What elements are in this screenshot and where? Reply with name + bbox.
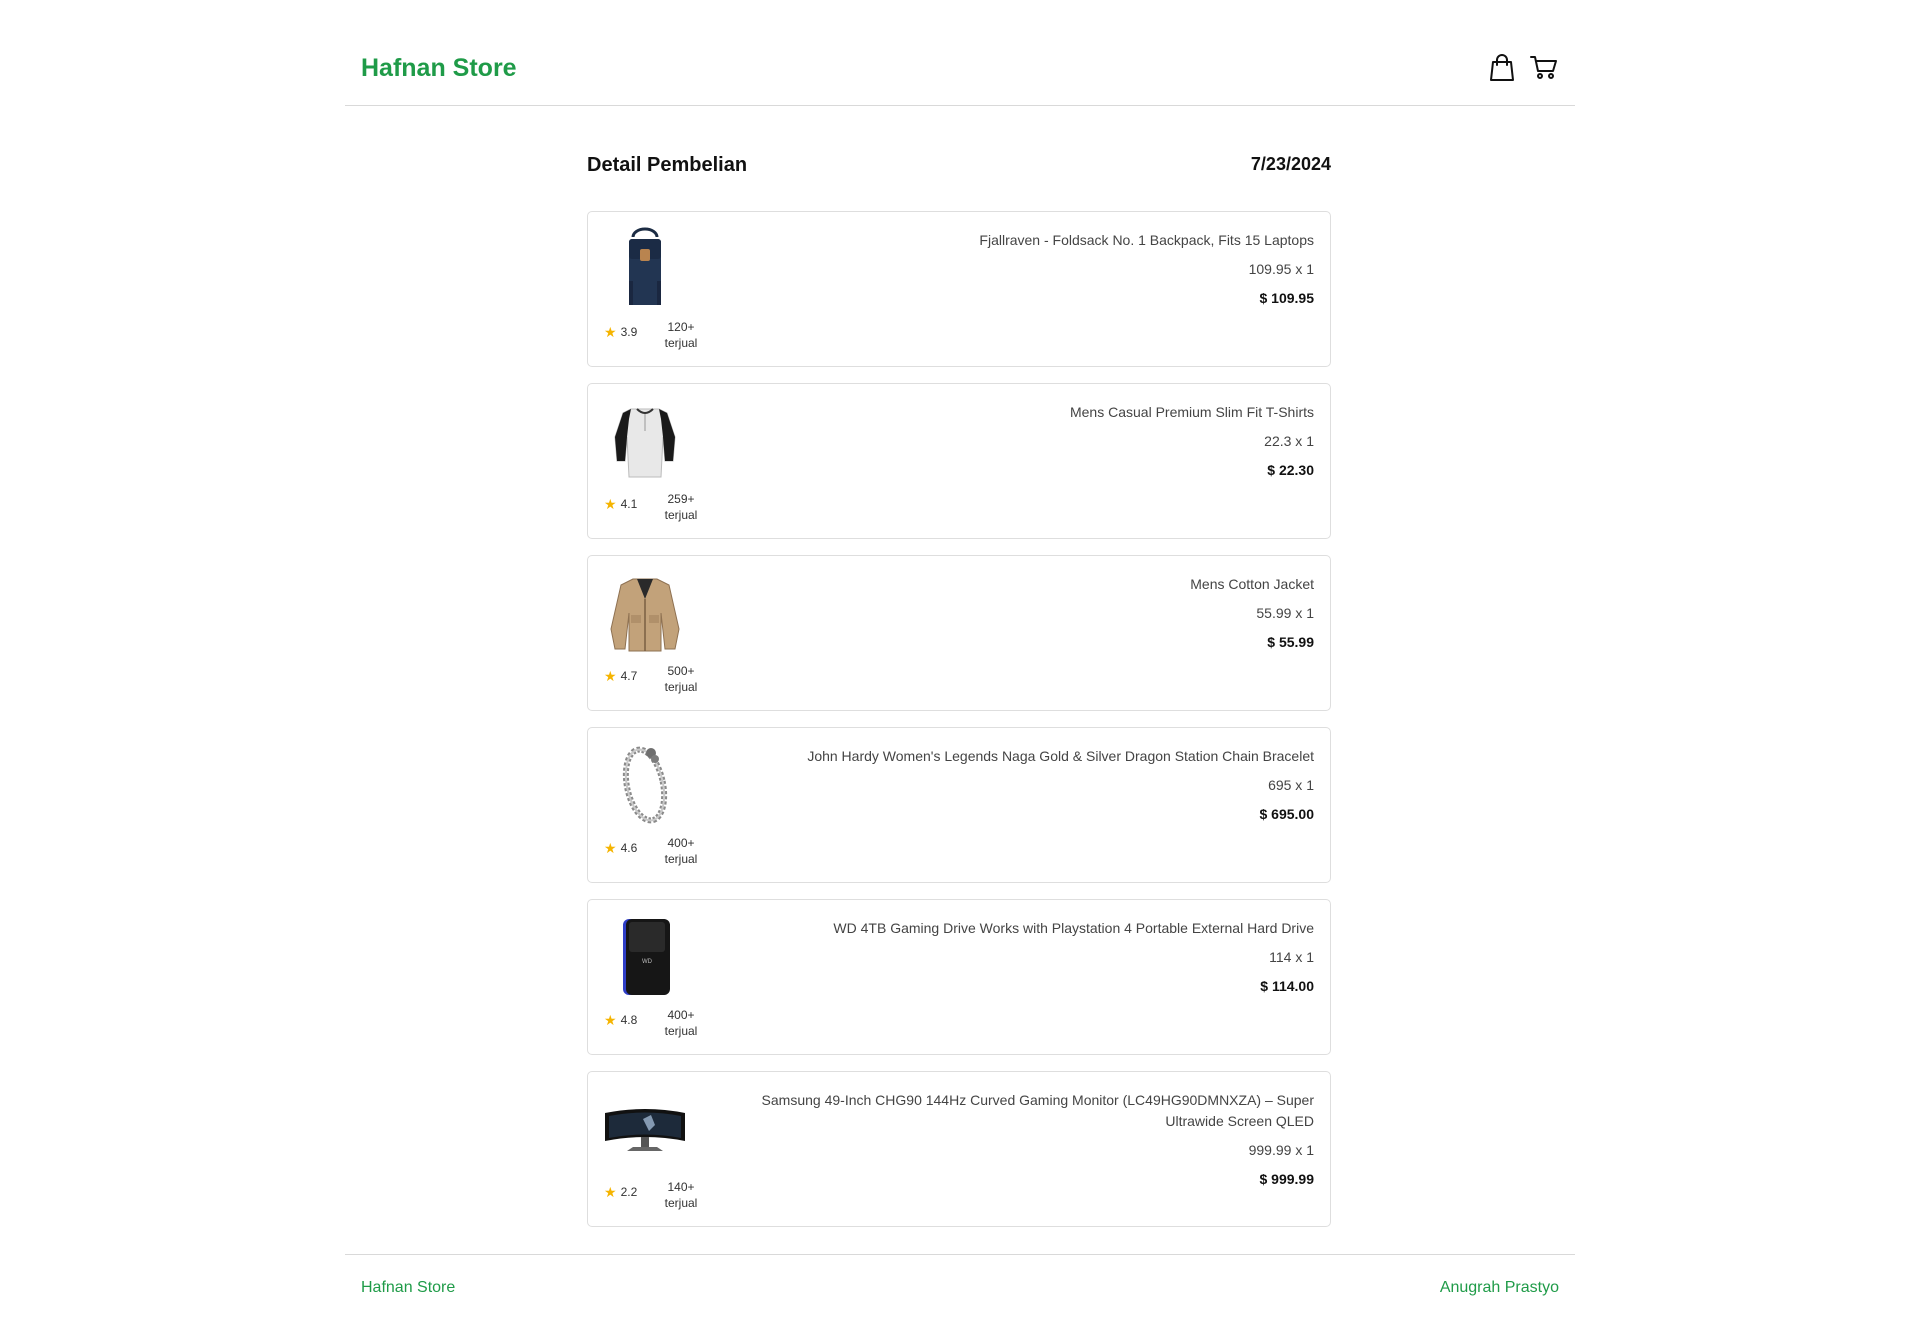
product-total: $ 109.95 bbox=[1259, 290, 1315, 306]
sold-label: terjual bbox=[664, 508, 698, 522]
product-quantity: 695 x 1 bbox=[1268, 777, 1314, 793]
product-quantity: 999.99 x 1 bbox=[1248, 1142, 1314, 1158]
item-info: Samsung 49-Inch CHG90 144Hz Curved Gamin… bbox=[724, 1090, 1314, 1190]
list-item[interactable]: ★ 2.2 140+ terjual Samsung 49-Inch CHG90… bbox=[587, 1071, 1331, 1227]
rating-value: 4.1 bbox=[620, 497, 638, 511]
site-header: Hafnan Store bbox=[345, 0, 1575, 106]
sold-number: 140+ bbox=[667, 1180, 695, 1194]
sold-count: 259+ terjual bbox=[658, 491, 704, 523]
item-info: WD 4TB Gaming Drive Works with Playstati… bbox=[724, 918, 1314, 997]
rating: ★ 2.2 bbox=[604, 1185, 637, 1199]
sold-count: 500+ terjual bbox=[658, 663, 704, 695]
rating-value: 4.8 bbox=[620, 1013, 638, 1027]
sold-label: terjual bbox=[664, 336, 698, 350]
site-footer: Hafnan Store Anugrah Prastyo bbox=[345, 1254, 1575, 1315]
list-item[interactable]: WD ★ 4.8 400+ terjual WD 4TB Gaming Driv… bbox=[587, 899, 1331, 1055]
header-actions bbox=[1487, 52, 1559, 82]
rating: ★ 4.1 bbox=[604, 497, 637, 511]
product-name: Mens Casual Premium Slim Fit T-Shirts bbox=[1069, 404, 1314, 420]
star-icon: ★ bbox=[604, 668, 617, 684]
product-image-tshirt bbox=[603, 397, 687, 481]
product-image-bracelet bbox=[603, 741, 687, 825]
product-quantity: 22.3 x 1 bbox=[1264, 433, 1314, 449]
footer-brand-link[interactable]: Hafnan Store bbox=[361, 1279, 455, 1297]
list-item[interactable]: ★ 4.7 500+ terjual Mens Cotton Jacket 55… bbox=[587, 555, 1331, 711]
product-quantity: 114 x 1 bbox=[1269, 949, 1314, 965]
cart-icon[interactable] bbox=[1529, 52, 1559, 82]
page-title: Detail Pembelian bbox=[587, 154, 748, 176]
rating: ★ 4.6 bbox=[604, 841, 637, 855]
list-item[interactable]: ★ 3.9 120+ terjual Fjallraven - Foldsack… bbox=[587, 211, 1331, 367]
list-item[interactable]: ★ 4.6 400+ terjual John Hardy Women's Le… bbox=[587, 727, 1331, 883]
product-total: $ 999.99 bbox=[1259, 1171, 1315, 1187]
list-item[interactable]: ★ 4.1 259+ terjual Mens Casual Premium S… bbox=[587, 383, 1331, 539]
rating-value: 2.2 bbox=[620, 1185, 638, 1199]
product-image-hard-drive: WD bbox=[603, 913, 687, 997]
rating-value: 4.7 bbox=[620, 669, 638, 683]
sold-number: 259+ bbox=[667, 492, 695, 506]
sold-number: 120+ bbox=[667, 320, 695, 334]
footer-author-link[interactable]: Anugrah Prastyo bbox=[1440, 1279, 1559, 1297]
sold-count: 400+ terjual bbox=[658, 835, 704, 867]
sold-number: 400+ bbox=[667, 1008, 695, 1022]
product-image-backpack bbox=[603, 225, 687, 309]
product-name: Mens Cotton Jacket bbox=[1190, 576, 1314, 592]
product-quantity: 109.95 x 1 bbox=[1248, 261, 1314, 277]
product-total: $ 695.00 bbox=[1259, 806, 1315, 822]
sold-label: terjual bbox=[664, 680, 698, 694]
product-image-monitor bbox=[603, 1085, 687, 1169]
product-image-jacket bbox=[603, 569, 687, 653]
item-list: ★ 3.9 120+ terjual Fjallraven - Foldsack… bbox=[587, 211, 1331, 1243]
product-name: Fjallraven - Foldsack No. 1 Backpack, Fi… bbox=[979, 232, 1314, 248]
rating-value: 4.6 bbox=[620, 841, 638, 855]
product-total: $ 22.30 bbox=[1267, 462, 1314, 478]
star-icon: ★ bbox=[604, 840, 617, 856]
sold-count: 400+ terjual bbox=[658, 1007, 704, 1039]
item-info: Mens Cotton Jacket 55.99 x 1 $ 55.99 bbox=[724, 574, 1314, 653]
sold-label: terjual bbox=[664, 1196, 698, 1210]
sold-count: 120+ terjual bbox=[658, 319, 704, 351]
rating: ★ 4.8 bbox=[604, 1013, 637, 1027]
item-info: Fjallraven - Foldsack No. 1 Backpack, Fi… bbox=[724, 230, 1314, 309]
sold-number: 400+ bbox=[667, 836, 695, 850]
page: Hafnan Store Detail Pembelian 7/23/2024 bbox=[345, 0, 1575, 1338]
detail-header: Detail Pembelian 7/23/2024 bbox=[587, 150, 1331, 190]
sold-label: terjual bbox=[664, 1024, 698, 1038]
product-total: $ 114.00 bbox=[1260, 978, 1314, 994]
star-icon: ★ bbox=[604, 1012, 617, 1028]
rating: ★ 3.9 bbox=[604, 325, 637, 339]
rating-value: 3.9 bbox=[620, 325, 638, 339]
sold-label: terjual bbox=[664, 852, 698, 866]
purchase-detail: Detail Pembelian 7/23/2024 ★ 3.9 120+ te… bbox=[587, 150, 1331, 1227]
product-total: $ 55.99 bbox=[1267, 634, 1314, 650]
product-name: Samsung 49-Inch CHG90 144Hz Curved Gamin… bbox=[761, 1092, 1314, 1129]
shopping-bag-icon[interactable] bbox=[1487, 52, 1517, 82]
item-info: John Hardy Women's Legends Naga Gold & S… bbox=[724, 746, 1314, 825]
item-info: Mens Casual Premium Slim Fit T-Shirts 22… bbox=[724, 402, 1314, 481]
product-name: WD 4TB Gaming Drive Works with Playstati… bbox=[833, 920, 1314, 936]
star-icon: ★ bbox=[604, 496, 617, 512]
brand-logo[interactable]: Hafnan Store bbox=[361, 54, 517, 83]
star-icon: ★ bbox=[604, 324, 617, 340]
purchase-date: 7/23/2024 bbox=[1250, 154, 1331, 174]
sold-count: 140+ terjual bbox=[658, 1179, 704, 1211]
sold-number: 500+ bbox=[667, 664, 695, 678]
svg-text:WD: WD bbox=[642, 959, 653, 965]
product-quantity: 55.99 x 1 bbox=[1256, 605, 1314, 621]
rating: ★ 4.7 bbox=[604, 669, 637, 683]
star-icon: ★ bbox=[604, 1184, 617, 1200]
product-name: John Hardy Women's Legends Naga Gold & S… bbox=[807, 748, 1314, 764]
